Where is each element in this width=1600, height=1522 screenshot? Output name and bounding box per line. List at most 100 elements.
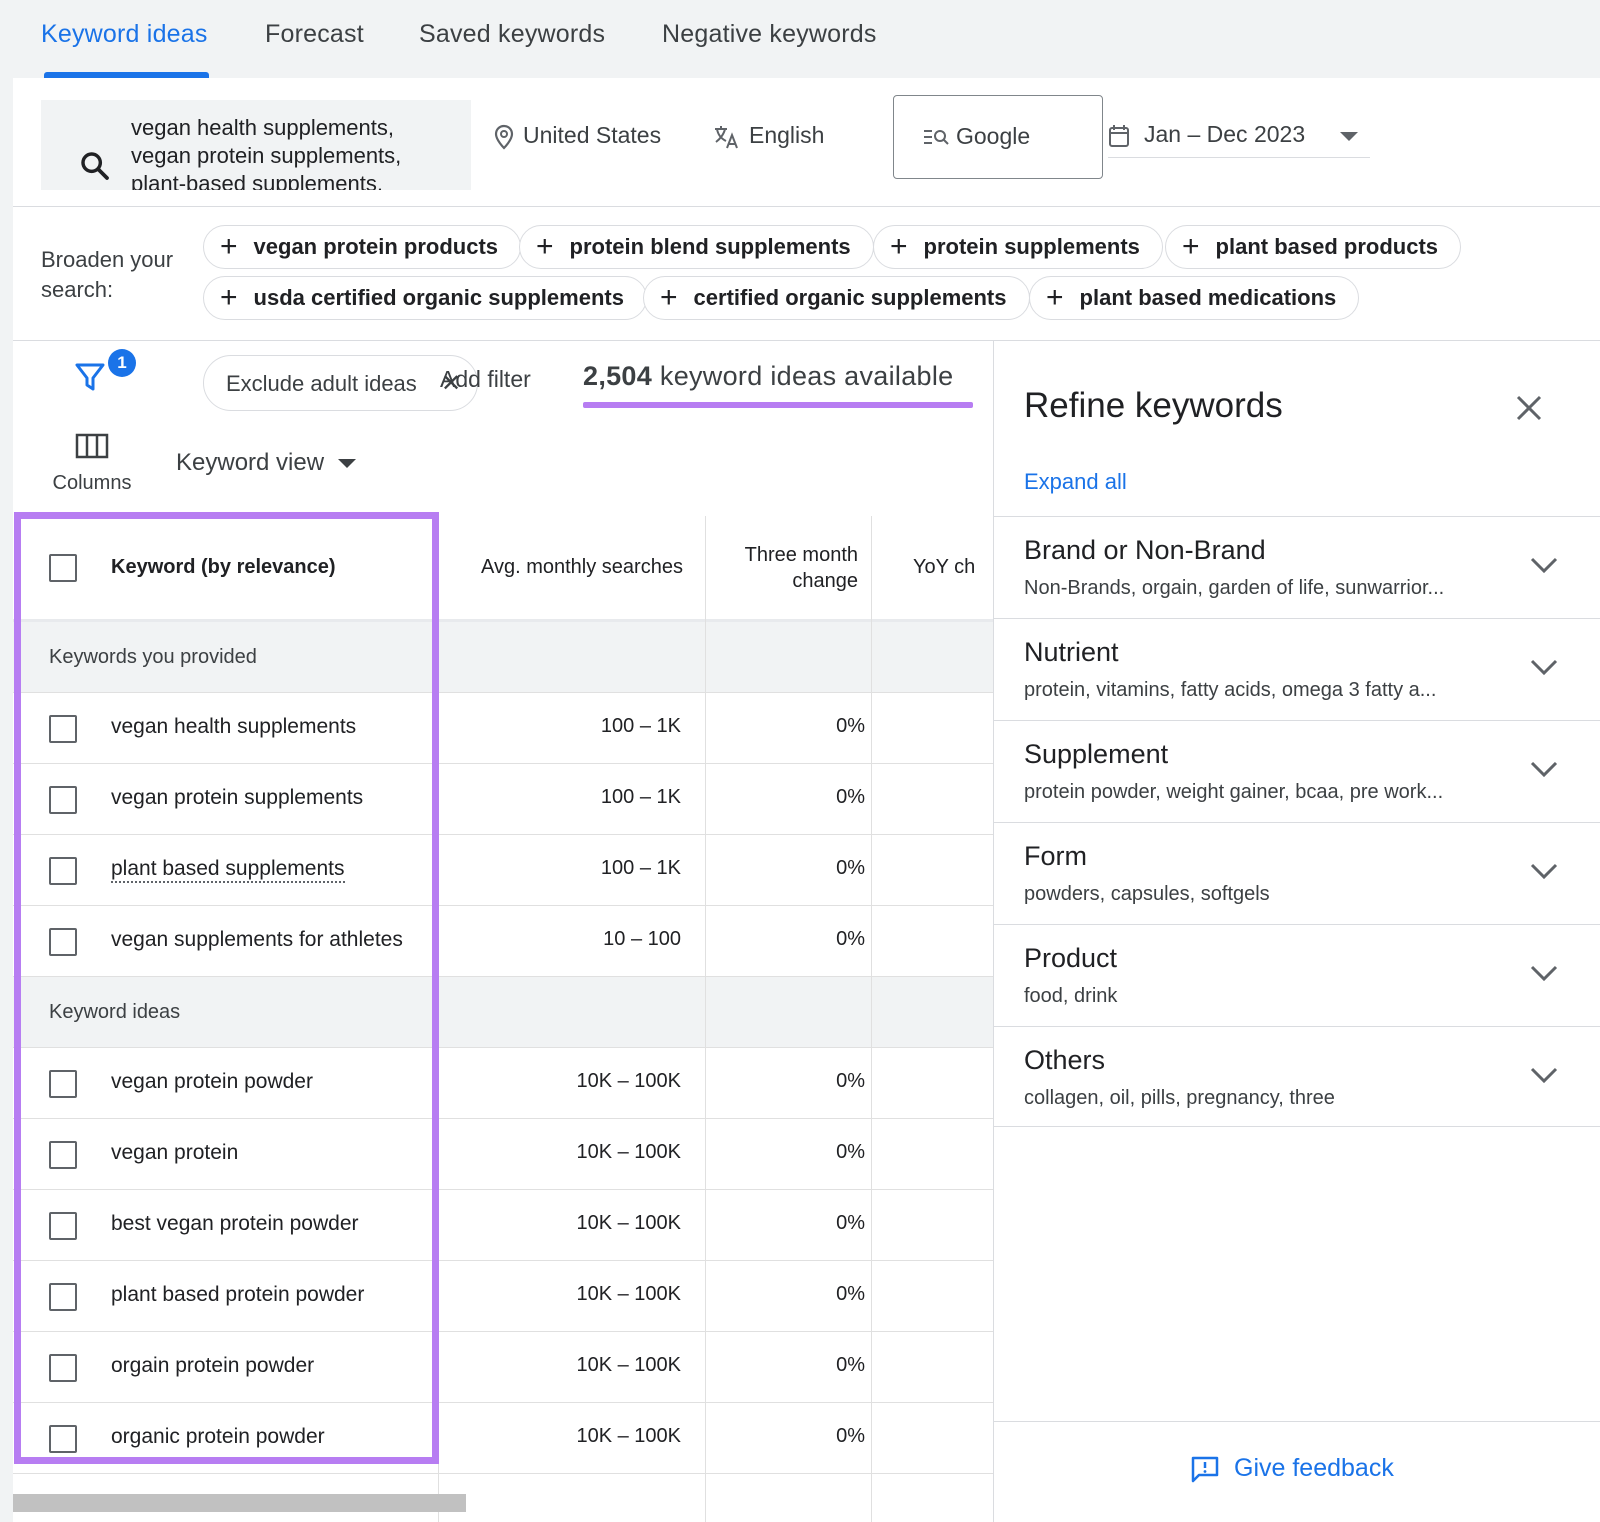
search-network-selector[interactable]: Google <box>893 95 1103 179</box>
row-checkbox[interactable] <box>49 1141 77 1169</box>
plus-icon: + <box>220 230 238 263</box>
chevron-down-icon <box>1530 863 1558 880</box>
table-row[interactable]: organic protein powder 10K – 100K 0% <box>13 1403 993 1474</box>
broaden-chip[interactable]: + certified organic supplements <box>643 276 1030 320</box>
three-month-change-cell: 0% <box>836 1354 865 1376</box>
header-keyword[interactable]: Keyword (by relevance) <box>111 556 336 579</box>
row-checkbox[interactable] <box>49 786 77 814</box>
refine-category-nutrient[interactable]: Nutrient protein, vitamins, fatty acids, … <box>994 618 1600 718</box>
keyword-cell: plant based supplements <box>111 857 345 883</box>
broaden-chip[interactable]: + protein blend supplements <box>519 225 874 269</box>
row-checkbox[interactable] <box>49 1212 77 1240</box>
group-row: Keyword ideas <box>13 977 993 1048</box>
header-three-month-change[interactable]: Three month change <box>713 542 858 594</box>
three-month-change-cell: 0% <box>836 715 865 737</box>
select-all-checkbox[interactable] <box>49 554 77 582</box>
group-row: Keywords you provided <box>13 622 993 693</box>
language-selector[interactable]: English <box>713 122 824 150</box>
avg-searches-cell: 100 – 1K <box>600 715 681 737</box>
broaden-chip[interactable]: + usda certified organic supplements <box>203 276 647 320</box>
keyword-cell: organic protein powder <box>111 1425 325 1448</box>
divider <box>994 1126 1600 1127</box>
chevron-down-icon <box>1530 965 1558 982</box>
broaden-chip[interactable]: + protein supplements <box>873 225 1163 269</box>
three-month-change-cell: 0% <box>836 1283 865 1305</box>
row-checkbox[interactable] <box>49 1354 77 1382</box>
tab-forecast[interactable]: Forecast <box>265 20 364 49</box>
table-row[interactable]: vegan protein supplements 100 – 1K 0% <box>13 764 993 835</box>
group-label: Keyword ideas <box>49 1001 181 1023</box>
row-checkbox[interactable] <box>49 715 77 743</box>
refine-category-others[interactable]: Others collagen, oil, pills, pregnancy, t… <box>994 1026 1600 1126</box>
table-row[interactable]: vegan supplements for athletes 10 – 100 0% <box>13 906 993 977</box>
category-name: Supplement <box>1024 739 1169 769</box>
highlight-underline <box>583 402 973 408</box>
chevron-down-icon <box>1530 1067 1558 1084</box>
filter-icon[interactable] <box>75 351 105 391</box>
header-yoy-change[interactable]: YoY ch <box>913 556 975 579</box>
tab-bar: Keyword ideas Forecast Saved keywords Ne… <box>0 0 1600 78</box>
table-row[interactable]: vegan health supplements 100 – 1K 0% <box>13 693 993 764</box>
header-line: Three month <box>744 544 858 566</box>
category-desc: powders, capsules, softgels <box>1024 883 1270 905</box>
table-row[interactable]: vegan protein powder 10K – 100K 0% <box>13 1048 993 1119</box>
give-feedback-button[interactable]: Give feedback <box>1190 1454 1394 1483</box>
tab-negative-keywords[interactable]: Negative keywords <box>662 20 877 49</box>
keyword-view-dropdown[interactable]: Keyword view <box>176 449 357 477</box>
broaden-chip[interactable]: + plant based products <box>1165 225 1462 269</box>
row-checkbox[interactable] <box>49 857 77 885</box>
keyword-cell: plant based protein powder <box>111 1283 365 1306</box>
broaden-search-bar: Broaden your search: + vegan protein prod… <box>13 207 1600 341</box>
avg-searches-cell: 10K – 100K <box>576 1425 681 1447</box>
location-selector[interactable]: United States <box>493 122 661 150</box>
table-row[interactable]: orgain protein powder 10K – 100K 0% <box>13 1332 993 1403</box>
chip-label: protein supplements <box>923 234 1140 259</box>
search-settings-bar: vegan health supplements, vegan protein … <box>13 78 1600 207</box>
category-desc: protein powder, weight gainer, bcaa, pre… <box>1024 781 1444 803</box>
broaden-chip[interactable]: + vegan protein products <box>203 225 522 269</box>
refine-category-supplement[interactable]: Supplement protein powder, weight gainer,… <box>994 720 1600 820</box>
keyword-count-number: 2,504 <box>583 361 653 391</box>
three-month-change-cell: 0% <box>836 1141 865 1163</box>
horizontal-scrollbar[interactable] <box>13 1494 466 1512</box>
refine-category-product[interactable]: Product food, drink <box>994 924 1600 1024</box>
plus-icon: + <box>1046 281 1064 314</box>
row-checkbox[interactable] <box>49 928 77 956</box>
table-row[interactable]: best vegan protein powder 10K – 100K 0% <box>13 1190 993 1261</box>
broaden-chip[interactable]: + plant based medications <box>1029 276 1360 320</box>
give-feedback-label: Give feedback <box>1234 1454 1394 1482</box>
category-name: Product <box>1024 943 1118 973</box>
close-icon[interactable] <box>1514 393 1544 423</box>
category-desc: Non-Brands, orgain, garden of life, sunw… <box>1024 577 1445 599</box>
exclude-adult-ideas-chip[interactable]: Exclude adult ideas ✕ <box>203 355 478 411</box>
three-month-change-cell: 0% <box>836 1070 865 1092</box>
refine-category-brand[interactable]: Brand or Non-Brand Non-Brands, orgain, ga… <box>994 516 1600 616</box>
row-checkbox[interactable] <box>49 1425 77 1453</box>
table-row[interactable]: vegan protein 10K – 100K 0% <box>13 1119 993 1190</box>
column-divider <box>438 622 439 1522</box>
row-checkbox[interactable] <box>49 1070 77 1098</box>
keyword-search-input[interactable]: vegan health supplements, vegan protein … <box>41 100 471 190</box>
header-avg-monthly-searches[interactable]: Avg. monthly searches <box>481 556 683 579</box>
columns-button[interactable]: Columns <box>47 433 137 495</box>
refine-keywords-panel: Refine keywords Expand all Brand or Non-… <box>993 341 1600 1522</box>
tab-saved-keywords[interactable]: Saved keywords <box>419 20 605 49</box>
chevron-down-icon <box>1530 761 1558 778</box>
table-row[interactable]: plant based protein powder 10K – 100K 0% <box>13 1261 993 1332</box>
group-label: Keywords you provided <box>49 646 257 668</box>
row-checkbox[interactable] <box>49 1283 77 1311</box>
chevron-down-icon <box>1530 557 1558 574</box>
refine-keywords-title: Refine keywords <box>1024 386 1283 425</box>
expand-all-link[interactable]: Expand all <box>1024 469 1127 495</box>
keyword-cell: best vegan protein powder <box>111 1212 359 1235</box>
add-filter-button[interactable]: Add filter <box>440 366 531 393</box>
broaden-label: Broaden your search: <box>41 247 174 302</box>
refine-category-form[interactable]: Form powders, capsules, softgels <box>994 822 1600 922</box>
plus-icon: + <box>220 281 238 314</box>
category-name: Form <box>1024 841 1087 871</box>
tab-keyword-ideas[interactable]: Keyword ideas <box>41 20 208 49</box>
filter-count-badge: 1 <box>108 349 136 377</box>
table-row[interactable]: plant based supplements 100 – 1K 0% <box>13 835 993 906</box>
date-range-selector[interactable]: Jan – Dec 2023 <box>1108 118 1370 158</box>
search-network-icon <box>924 130 949 145</box>
